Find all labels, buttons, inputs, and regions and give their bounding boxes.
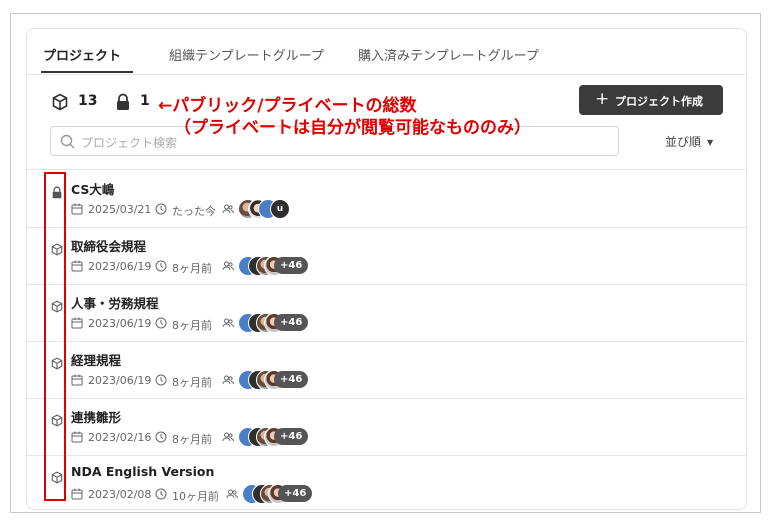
clock-icon: [155, 260, 167, 275]
clock-icon: [155, 431, 167, 446]
project-date: 2023/06/19: [88, 260, 152, 273]
avatar: u: [270, 199, 290, 219]
lock-icon: [117, 93, 129, 110]
create-project-button[interactable]: + プロジェクト作成: [579, 85, 723, 115]
calendar-icon: [71, 488, 83, 503]
more-members-badge: +46: [274, 257, 309, 274]
tab-bar: プロジェクト 組織テンプレートグループ 購入済みテンプレートグループ: [27, 29, 746, 75]
project-updated-time: 10ヶ月前: [172, 490, 219, 503]
clock-icon: [155, 317, 167, 332]
more-members-badge: +46: [278, 485, 313, 502]
project-row[interactable]: 経理規程 2023/06/19 8ヶ月前 +46: [27, 341, 746, 398]
project-date: 2023/06/19: [88, 374, 152, 387]
project-updated-time: 8ヶ月前: [172, 433, 212, 446]
project-name[interactable]: 連携雛形: [71, 407, 121, 426]
clock-icon: [155, 488, 167, 503]
project-name[interactable]: NDA English Version: [71, 464, 214, 479]
project-row[interactable]: CS大嶋 2025/03/21 たった今 u: [27, 170, 746, 227]
project-updated-time: 8ヶ月前: [172, 319, 212, 332]
project-name[interactable]: CS大嶋: [71, 179, 114, 198]
tab-purchased-template-groups[interactable]: 購入済みテンプレートグループ: [358, 45, 539, 64]
public-count: 13: [78, 93, 98, 109]
project-name[interactable]: 経理規程: [71, 350, 121, 369]
private-count: 1: [140, 93, 150, 109]
project-row[interactable]: NDA English Version 2023/02/08 10ヶ月前 +46: [27, 455, 746, 509]
icon-column-highlight: [44, 172, 66, 501]
search-icon: [60, 134, 75, 149]
caret-down-icon: ▼: [707, 138, 714, 147]
project-date: 2023/02/16: [88, 431, 152, 444]
sort-label: 並び順: [665, 135, 702, 149]
plus-icon: +: [595, 89, 610, 109]
tab-org-template-groups[interactable]: 組織テンプレートグループ: [169, 45, 324, 64]
project-name[interactable]: 取締役会規程: [71, 236, 146, 255]
active-tab-indicator: [41, 71, 133, 73]
calendar-icon: [71, 374, 83, 389]
tab-projects[interactable]: プロジェクト: [43, 45, 121, 64]
project-date: 2023/06/19: [88, 317, 152, 330]
members-icon: [222, 374, 234, 389]
members-icon: [222, 203, 234, 218]
members-icon: [226, 488, 238, 503]
cube-icon: [52, 93, 68, 111]
members-icon: [222, 260, 234, 275]
more-members-badge: +46: [274, 314, 309, 331]
project-updated-time: 8ヶ月前: [172, 262, 212, 275]
more-members-badge: +46: [274, 428, 309, 445]
create-project-label: プロジェクト作成: [615, 95, 703, 108]
project-date: 2023/02/08: [88, 488, 152, 501]
more-members-badge: +46: [274, 371, 309, 388]
clock-icon: [155, 374, 167, 389]
calendar-icon: [71, 260, 83, 275]
calendar-icon: [71, 317, 83, 332]
clock-icon: [155, 203, 167, 218]
project-date: 2025/03/21: [88, 203, 152, 216]
project-updated-time: 8ヶ月前: [172, 376, 212, 389]
project-row[interactable]: 連携雛形 2023/02/16 8ヶ月前 +46: [27, 398, 746, 455]
project-row[interactable]: 人事・労務規程 2023/06/19 8ヶ月前 +46: [27, 284, 746, 341]
members-icon: [222, 317, 234, 332]
search-placeholder: プロジェクト検索: [81, 136, 178, 150]
calendar-icon: [71, 203, 83, 218]
members-icon: [222, 431, 234, 446]
project-row[interactable]: 取締役会規程 2023/06/19 8ヶ月前 +46: [27, 227, 746, 284]
calendar-icon: [71, 431, 83, 446]
project-name[interactable]: 人事・労務規程: [71, 293, 159, 312]
project-updated-time: たった今: [172, 205, 216, 218]
annotation-line-2: （プライベートは自分が閲覧可能なもののみ）: [174, 118, 531, 138]
sort-dropdown[interactable]: 並び順 ▼: [665, 133, 713, 150]
